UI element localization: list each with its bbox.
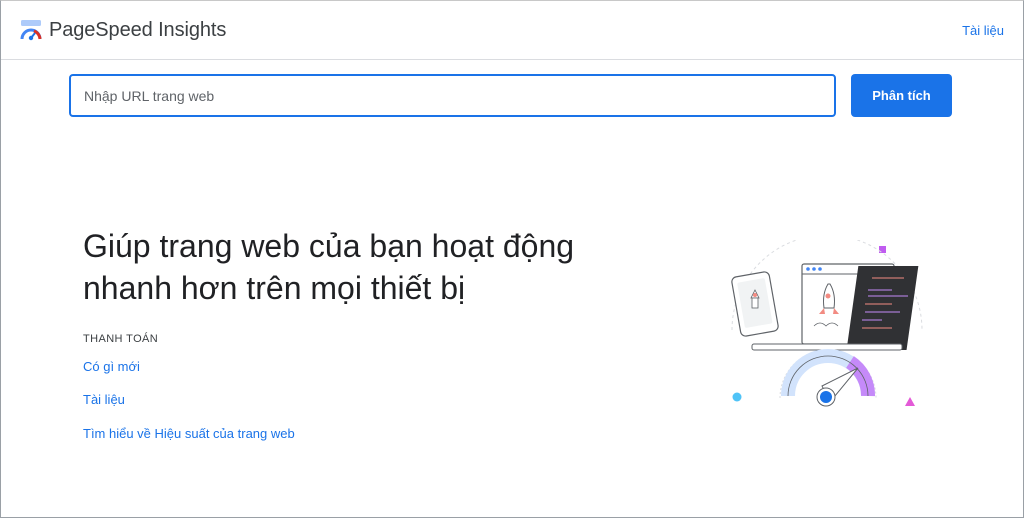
whats-new-link[interactable]: Có gì mới: [83, 359, 140, 374]
header-docs-link[interactable]: Tài liệu: [962, 23, 1004, 38]
pink-triangle-decoration: [905, 397, 915, 406]
product-name: PageSpeed Insights: [49, 19, 227, 41]
phone-illustration: [731, 271, 779, 337]
speed-devices-illustration: [731, 240, 923, 407]
pagespeed-logo-icon: [20, 20, 42, 41]
hero-title: Giúp trang web của bạn hoạt động nhanh h…: [83, 228, 575, 306]
documentation-link[interactable]: Tài liệu: [83, 392, 125, 407]
speed-gauge-illustration: [779, 349, 877, 407]
code-panel-illustration: [846, 266, 919, 350]
links-section-label: THANH TOÁN: [83, 333, 159, 345]
purple-square-decoration: [879, 246, 886, 253]
teal-dot-decoration: [732, 392, 742, 402]
top-app-bar: PageSpeed Insights Tài liệu: [1, 1, 1023, 60]
url-input[interactable]: [69, 74, 836, 117]
analyze-button[interactable]: Phân tích: [851, 74, 952, 117]
learn-web-performance-link[interactable]: Tìm hiểu về Hiệu suất của trang web: [83, 426, 295, 441]
